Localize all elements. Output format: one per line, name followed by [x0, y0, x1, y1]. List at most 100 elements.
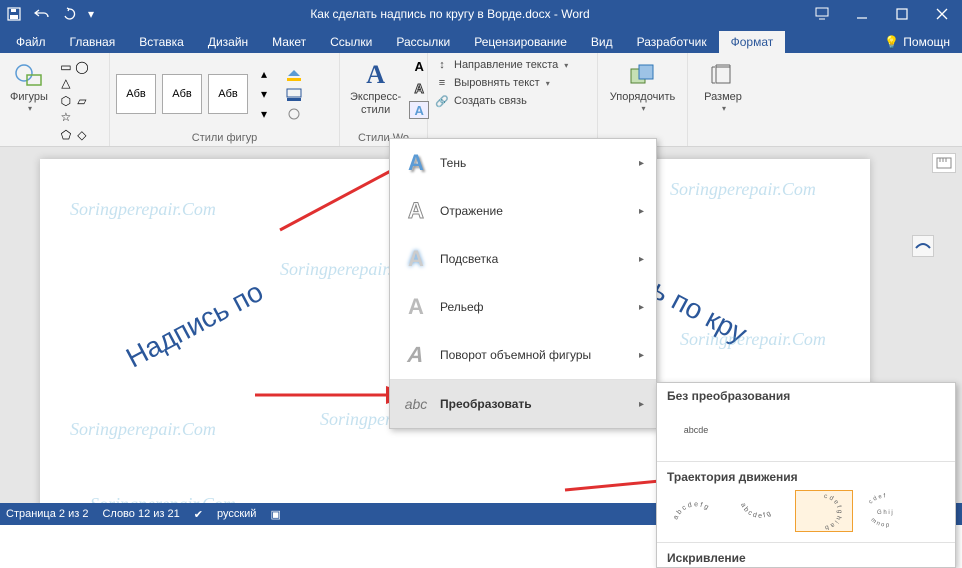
text-fill-button[interactable]: A — [409, 57, 429, 75]
menu-label: Преобразовать — [440, 397, 629, 411]
tab-home[interactable]: Главная — [58, 31, 128, 53]
transform-path-button[interactable]: c d e fG h i jm n o p — [859, 490, 917, 532]
menu-label: Рельеф — [440, 300, 629, 314]
text-direction-icon: ↕ — [434, 57, 450, 73]
gallery-more-icon[interactable]: ▾ — [254, 105, 274, 123]
style-preset-3[interactable]: Абв — [208, 74, 248, 114]
wordart-a-icon: A — [360, 59, 392, 91]
transform-path-arc[interactable]: a b c d e f g — [667, 490, 725, 532]
size-icon — [707, 59, 739, 91]
window-controls — [802, 0, 962, 28]
gallery-up-icon[interactable]: ▴ — [254, 65, 274, 83]
undo-button[interactable] — [28, 0, 56, 28]
glow-a-icon: A — [402, 245, 430, 273]
text-effects-button[interactable]: A — [409, 101, 429, 119]
arrange-button[interactable]: Упорядочить ▾ — [606, 57, 679, 115]
align-text-label: Выровнять текст — [454, 77, 540, 89]
ribbon-tabs: Файл Главная Вставка Дизайн Макет Ссылки… — [0, 28, 962, 53]
transform-path-circle[interactable]: c d e f g h i a b — [795, 490, 853, 532]
express-styles-button[interactable]: A Экспресс- стили — [346, 57, 405, 119]
style-preset-2[interactable]: Абв — [162, 74, 202, 114]
group-label-shape-styles: Стили фигур — [116, 130, 333, 144]
titlebar: ▾ Как сделать надпись по кругу в Ворде.d… — [0, 0, 962, 28]
watermark: Soringperepair.Com — [70, 199, 216, 220]
menu-item-shadow[interactable]: A Тень ▸ — [390, 139, 656, 187]
svg-text:G h i j: G h i j — [877, 510, 893, 516]
menu-label: Отражение — [440, 204, 629, 218]
maximize-button[interactable] — [882, 0, 922, 28]
transform-path-arc-down[interactable]: a b c d e f g — [731, 490, 789, 532]
create-link-label: Создать связь — [454, 95, 527, 107]
close-button[interactable] — [922, 0, 962, 28]
text-direction-label: Направление текста — [454, 59, 558, 71]
tab-insert[interactable]: Вставка — [127, 31, 196, 53]
shape-outline-button[interactable] — [284, 85, 304, 103]
menu-item-3d-rotation[interactable]: A Поворот объемной фигуры ▸ — [390, 331, 656, 379]
bevel-a-icon: A — [402, 293, 430, 321]
style-preset-1[interactable]: Абв — [116, 74, 156, 114]
tab-review[interactable]: Рецензирование — [462, 31, 579, 53]
submenu-header-path: Траектория движения — [657, 464, 955, 486]
tab-view[interactable]: Вид — [579, 31, 625, 53]
tell-me[interactable]: 💡 Помощн — [872, 31, 962, 53]
tab-developer[interactable]: Разработчик — [625, 31, 719, 53]
qat-more-button[interactable]: ▾ — [84, 0, 98, 28]
status-page[interactable]: Страница 2 из 2 — [6, 508, 88, 520]
window-title: Как сделать надпись по кругу в Ворде.doc… — [98, 7, 802, 21]
menu-item-bevel[interactable]: A Рельеф ▸ — [390, 283, 656, 331]
shape-fill-button[interactable] — [284, 65, 304, 83]
tab-references[interactable]: Ссылки — [318, 31, 384, 53]
shape-effects-button[interactable] — [284, 105, 304, 123]
tab-format[interactable]: Формат — [719, 31, 786, 53]
arrange-icon — [627, 59, 659, 91]
group-text: ↕Направление текста▾ ≡Выровнять текст▾ 🔗… — [428, 53, 598, 146]
chevron-right-icon: ▸ — [639, 254, 644, 265]
arrange-label: Упорядочить — [610, 91, 675, 104]
chevron-right-icon: ▸ — [639, 350, 644, 361]
watermark: Soringperepair.Com — [90, 494, 236, 503]
tell-me-label: Помощн — [903, 35, 950, 49]
menu-item-glow[interactable]: A Подсветка ▸ — [390, 235, 656, 283]
ribbon-options-button[interactable] — [802, 0, 842, 28]
tab-design[interactable]: Дизайн — [196, 31, 260, 53]
status-language[interactable]: русский — [217, 508, 256, 520]
tab-layout[interactable]: Макет — [260, 31, 318, 53]
status-macro-icon[interactable]: ▣ — [270, 508, 280, 521]
shapes-button[interactable]: Фигуры ▾ — [6, 57, 52, 115]
redo-button[interactable] — [56, 0, 84, 28]
gallery-down-icon[interactable]: ▾ — [254, 85, 274, 103]
shape-mini-grid[interactable]: ▭◯△ ⬡▱☆ ⬠◇▾ — [56, 57, 103, 161]
menu-item-transform[interactable]: abc Преобразовать ▸ — [390, 380, 656, 428]
link-icon: 🔗 — [434, 93, 450, 109]
size-button[interactable]: Размер ▾ — [700, 57, 746, 115]
status-spellcheck-icon[interactable]: ✔ — [194, 508, 203, 521]
shape-style-gallery[interactable]: Абв Абв Абв ▴ ▾ ▾ — [116, 65, 274, 123]
align-text-button[interactable]: ≡Выровнять текст▾ — [434, 75, 568, 91]
lightbulb-icon: 💡 — [884, 35, 899, 49]
group-wordart-styles: A Экспресс- стили A A A Стили Wo — [340, 53, 428, 146]
svg-text:m n o p: m n o p — [869, 517, 890, 529]
watermark: Soringperepair.Com — [670, 179, 816, 200]
ruler-toggle-button[interactable] — [932, 153, 956, 173]
svg-text:a b c d e f g: a b c d e f g — [739, 502, 772, 520]
chevron-right-icon: ▸ — [639, 158, 644, 169]
quick-access-toolbar: ▾ — [0, 0, 98, 28]
rotation-a-icon: A — [402, 341, 430, 369]
layout-options-button[interactable] — [912, 235, 934, 257]
text-direction-button[interactable]: ↕Направление текста▾ — [434, 57, 568, 73]
shadow-a-icon: A — [402, 149, 430, 177]
chevron-right-icon: ▸ — [639, 206, 644, 217]
svg-text:c d e f g h i a b: c d e f g h i a b — [824, 493, 843, 530]
chevron-right-icon: ▸ — [639, 399, 644, 410]
save-button[interactable] — [0, 0, 28, 28]
menu-item-reflection[interactable]: A Отражение ▸ — [390, 187, 656, 235]
text-outline-button[interactable]: A — [409, 79, 429, 97]
wordart-left[interactable]: Надпись по — [121, 276, 269, 376]
status-words[interactable]: Слово 12 из 21 — [102, 508, 179, 520]
tab-file[interactable]: Файл — [4, 31, 58, 53]
tab-mailings[interactable]: Рассылки — [384, 31, 462, 53]
transform-none[interactable]: abcde — [667, 409, 725, 451]
minimize-button[interactable] — [842, 0, 882, 28]
create-link-button[interactable]: 🔗 Создать связь — [434, 93, 568, 109]
submenu-header-distort: Искривление — [657, 545, 955, 567]
